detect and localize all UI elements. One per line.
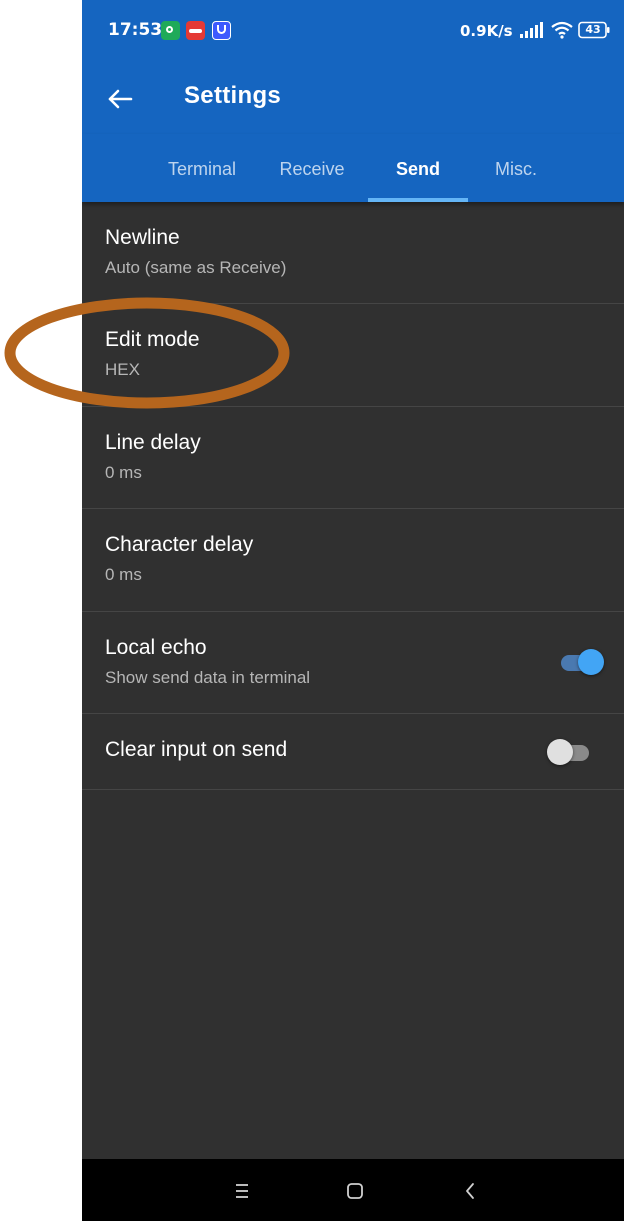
- network-speed: 0.9K/s: [460, 22, 513, 40]
- page-title: Settings: [184, 82, 282, 109]
- pref-title: Character delay: [105, 533, 254, 556]
- pref-title: Newline: [105, 226, 180, 249]
- app-notification-icon: [161, 21, 180, 40]
- back-icon[interactable]: [454, 1174, 488, 1208]
- status-time: 17:53: [108, 20, 163, 40]
- pref-title: Edit mode: [105, 328, 200, 351]
- tab-misc[interactable]: Misc.: [478, 134, 554, 202]
- clear-input-toggle[interactable]: [547, 738, 593, 766]
- tab-receive[interactable]: Receive: [264, 134, 360, 202]
- pref-summary: Show send data in terminal: [105, 668, 311, 687]
- pref-summary: HEX: [105, 360, 140, 379]
- toggle-thumb: [547, 739, 573, 765]
- pref-title: Local echo: [105, 636, 207, 659]
- pref-newline[interactable]: Newline Auto (same as Receive): [82, 202, 624, 304]
- tab-bar: Terminal Receive Send Misc.: [82, 134, 624, 202]
- system-nav-bar: [82, 1159, 624, 1221]
- app-notification-icon: [212, 21, 231, 40]
- phone-screen: 17:53 0.9K/s 43 Settings Terminal Receiv…: [82, 0, 624, 1221]
- pref-line-delay[interactable]: Line delay 0 ms: [82, 407, 624, 509]
- pref-local-echo[interactable]: Local echo Show send data in terminal: [82, 612, 624, 714]
- pref-title: Clear input on send: [105, 738, 288, 761]
- app-notification-icon: [186, 21, 205, 40]
- wifi-icon: [551, 21, 573, 39]
- toggle-thumb: [578, 649, 604, 675]
- arrow-left-icon[interactable]: [98, 76, 144, 122]
- menu-icon[interactable]: [225, 1174, 259, 1208]
- pref-edit-mode[interactable]: Edit mode HEX: [82, 304, 624, 407]
- pref-clear-input-on-send[interactable]: Clear input on send: [82, 714, 624, 790]
- pref-title: Line delay: [105, 431, 201, 454]
- pref-summary: 0 ms: [105, 565, 142, 584]
- app-bar: Settings: [82, 64, 624, 134]
- local-echo-toggle[interactable]: [559, 648, 605, 676]
- tab-terminal[interactable]: Terminal: [150, 134, 254, 202]
- battery-level: 43: [585, 23, 601, 36]
- home-icon[interactable]: [338, 1174, 372, 1208]
- pref-summary: Auto (same as Receive): [105, 258, 287, 277]
- signal-icon: [520, 22, 543, 38]
- status-bar: 17:53 0.9K/s 43: [82, 0, 624, 64]
- pref-summary: 0 ms: [105, 463, 142, 482]
- tab-send[interactable]: Send: [368, 134, 468, 202]
- pref-character-delay[interactable]: Character delay 0 ms: [82, 509, 624, 612]
